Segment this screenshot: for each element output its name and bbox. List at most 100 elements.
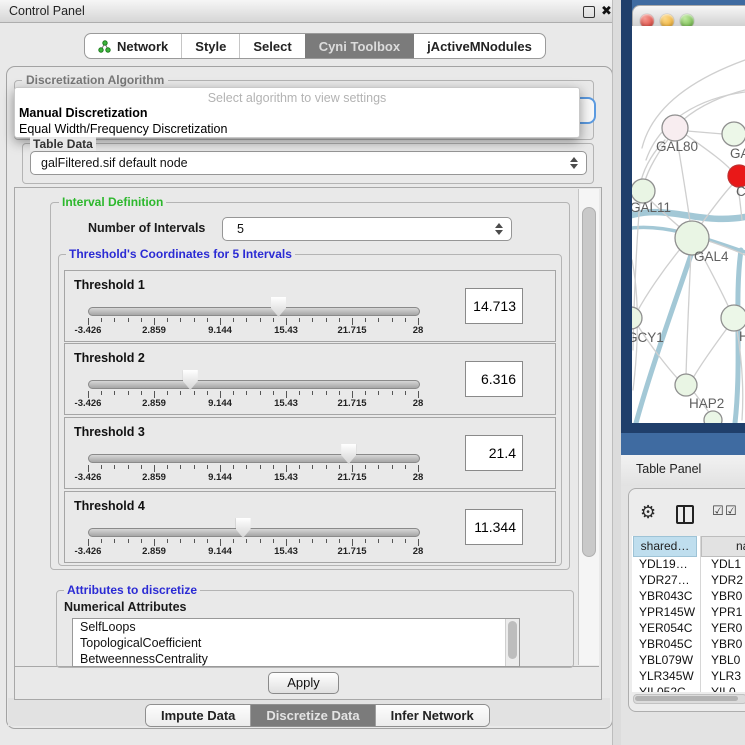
network-node[interactable] [721,305,745,331]
cell-shared-name: YBL079W [639,653,693,667]
table-row[interactable]: YPR145WYPR1 [632,605,745,621]
tab-infer-network[interactable]: Infer Network [375,705,489,726]
numerical-attributes-label: Numerical Attributes [64,600,186,614]
network-node[interactable] [722,122,745,146]
checkbox-icon[interactable]: ☑ [712,503,724,519]
network-node[interactable] [662,115,688,141]
tab-network[interactable]: Network [85,34,181,58]
attribute-list-item[interactable]: BetweennessCentrality [73,651,519,667]
tick-mark [286,465,287,472]
interval-definition-title: Interval Definition [59,195,166,209]
tick-mark [352,318,353,325]
algorithm-option-1[interactable]: Manual Discretization [19,106,148,120]
tick-mark [128,391,129,395]
network-canvas[interactable]: GAL80GACGAL11GAL4GCY1HHAP2 [632,26,745,423]
attribute-list-item[interactable]: SelfLoops [73,619,519,635]
tick-mark [88,465,89,472]
table-row[interactable]: YBR043CYBR0 [632,589,745,605]
network-icon [98,40,111,53]
checkbox-icon[interactable]: ☑ [725,503,737,519]
tick-label: 21.715 [337,325,366,336]
network-node[interactable] [675,374,697,396]
threshold-label: Threshold 1 [74,278,145,292]
numerical-attributes-list[interactable]: SelfLoopsTopologicalCoefficientBetweenne… [72,618,520,667]
list-scrollbar[interactable] [505,619,519,666]
scrollbar-thumb[interactable] [635,696,738,701]
tab-impute-data[interactable]: Impute Data [146,705,250,726]
slider-track[interactable] [88,454,420,463]
scrollbar-thumb[interactable] [582,207,596,557]
float-window-icon[interactable] [583,6,595,18]
threshold-value-field[interactable]: 6.316 [465,361,523,397]
threshold-value-field[interactable]: 14.713 [465,288,523,324]
tick-mark [286,318,287,325]
column-header-name[interactable]: na [701,536,745,557]
network-node[interactable] [632,307,642,329]
settings-vertical-scrollbar[interactable] [578,189,599,665]
table-data-combobox[interactable]: galFiltered.sif default node [30,151,587,175]
network-edge [683,90,745,120]
table-row[interactable]: YBR045CYBR0 [632,637,745,653]
table-settings-gear-icon[interactable]: ⚙ [640,502,656,523]
tick-mark [246,465,247,469]
scrollbar-thumb[interactable] [508,621,517,659]
threshold-value: 21.4 [489,436,516,470]
algorithm-option-2[interactable]: Equal Width/Frequency Discretization [19,122,227,136]
network-graph[interactable]: GAL80GACGAL11GAL4GCY1HHAP2 [632,26,745,423]
table-row[interactable]: YLR345WYLR3 [632,669,745,685]
threshold-label: Threshold 2 [74,351,145,365]
table-row[interactable]: YIL052CYIL0 [632,685,745,692]
table-row[interactable]: YDL19…YDL1 [632,557,745,573]
table-horizontal-scrollbar[interactable] [633,694,745,704]
tab-cyni-toolbox[interactable]: Cyni Toolbox [305,34,413,58]
tick-mark [352,391,353,398]
tick-mark [167,539,168,543]
tick-mark [88,391,89,398]
tick-mark [326,391,327,395]
tick-mark [167,391,168,395]
threshold-value-field[interactable]: 11.344 [465,509,523,545]
slider-track[interactable] [88,307,420,316]
tick-mark [365,539,366,543]
network-window-titlebar[interactable] [632,5,745,28]
tick-label: 21.715 [337,546,366,557]
tab-jactivemnodules[interactable]: jActiveMNodules [413,34,545,58]
tick-mark [378,318,379,322]
tick-mark [141,318,142,322]
threshold-value-field[interactable]: 21.4 [465,435,523,471]
tick-mark [299,318,300,322]
tick-mark [88,539,89,546]
tick-label: 21.715 [337,398,366,409]
attribute-list-item[interactable]: TopologicalCoefficient [73,635,519,651]
tick-label: 28 [413,398,424,409]
tick-mark [246,539,247,543]
node-label: HAP2 [689,396,724,411]
cell-shared-name: YBR045C [639,637,692,651]
tab-style[interactable]: Style [181,34,239,58]
threshold-label: Threshold 3 [74,425,145,439]
number-of-intervals-combobox[interactable]: 5 [222,217,512,241]
apply-button[interactable]: Apply [268,672,339,694]
slider-track[interactable] [88,528,420,537]
table-row[interactable]: YER054CYER0 [632,621,745,637]
table-row[interactable]: YBL079WYBL0 [632,653,745,669]
tab-discretize-data[interactable]: Discretize Data [250,705,374,726]
table-row[interactable]: YDR27…YDR2 [632,573,745,589]
tick-mark [246,391,247,395]
split-columns-icon[interactable] [676,505,694,524]
tick-label: 15.43 [274,546,298,557]
tab-select[interactable]: Select [239,34,304,58]
tick-mark [220,318,221,325]
node-label: C [736,184,745,199]
tick-mark [246,318,247,322]
tick-mark [286,391,287,398]
column-header-shared-name[interactable]: shared… [633,536,697,557]
tick-mark [220,391,221,398]
attributes-group-title: Attributes to discretize [64,583,200,597]
algorithm-placeholder-option[interactable]: Select algorithm to view settings [15,91,579,105]
threshold-panel-4: Threshold 4-3.4262.8599.14415.4321.71528… [64,491,556,563]
table-data-selected-value: galFiltered.sif default node [41,152,188,174]
close-panel-icon[interactable]: ✖ [601,3,612,19]
slider-track[interactable] [88,380,420,389]
network-node[interactable] [704,411,722,423]
